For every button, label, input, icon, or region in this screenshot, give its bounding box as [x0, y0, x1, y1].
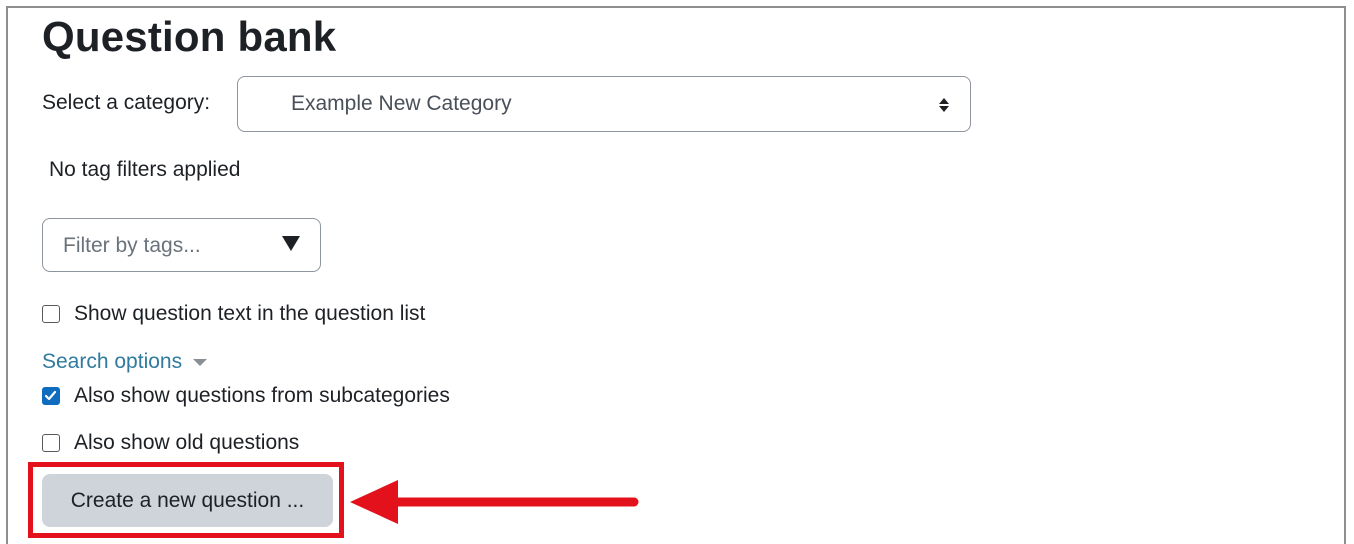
- subcategories-label[interactable]: Also show questions from subcategories: [74, 383, 450, 409]
- old-questions-row: Also show old questions: [42, 430, 299, 456]
- search-options-toggle[interactable]: Search options: [42, 349, 208, 375]
- search-options-label: Search options: [42, 350, 183, 373]
- category-select[interactable]: Example New Category: [237, 76, 971, 132]
- category-select-value: Example New Category: [291, 92, 512, 115]
- tag-filter-status: No tag filters applied: [49, 158, 241, 181]
- category-label: Select a category:: [42, 91, 211, 114]
- page-title: Question bank: [42, 13, 337, 60]
- subcategories-row: Also show questions from subcategories: [42, 383, 450, 409]
- create-new-question-button[interactable]: Create a new question ...: [42, 474, 333, 527]
- show-question-text-label[interactable]: Show question text in the question list: [74, 301, 425, 327]
- show-question-text-row: Show question text in the question list: [42, 301, 425, 327]
- old-questions-label[interactable]: Also show old questions: [74, 430, 299, 456]
- check-icon: [44, 390, 57, 401]
- subcategories-checkbox[interactable]: [42, 387, 60, 405]
- caret-down-icon: [193, 359, 208, 366]
- triangle-down-icon[interactable]: [280, 233, 302, 253]
- tag-filter-placeholder: Filter by tags...: [63, 234, 201, 257]
- up-down-arrows-icon: [939, 98, 949, 112]
- show-question-text-checkbox[interactable]: [42, 305, 60, 323]
- old-questions-checkbox[interactable]: [42, 434, 60, 452]
- arrow-left-icon: [350, 480, 639, 524]
- tag-filter-input[interactable]: Filter by tags...: [42, 218, 321, 272]
